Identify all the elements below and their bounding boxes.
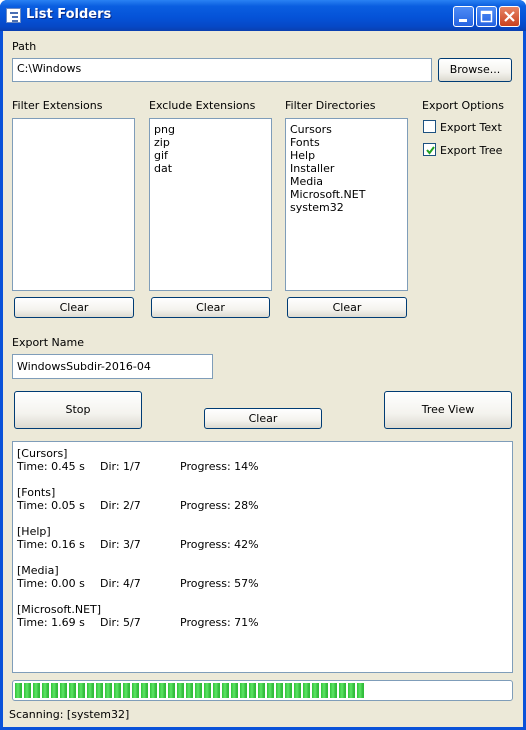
log-entry-dir: Dir: 2/7: [100, 499, 141, 512]
log-entry-progress: Progress: 71%: [180, 616, 259, 629]
log-entry-time: Time: 0.05 s: [17, 499, 85, 512]
log-entry-progress: Progress: 14%: [180, 460, 259, 473]
clear-log-button[interactable]: Clear: [204, 408, 322, 429]
list-item[interactable]: Media: [290, 175, 407, 188]
filter-extensions-list[interactable]: [12, 118, 135, 291]
log-entry-name: [Fonts]: [17, 486, 56, 499]
clear-filter-directories-button[interactable]: Clear: [287, 297, 407, 318]
list-item[interactable]: Help: [290, 149, 407, 162]
log-entry-progress: Progress: 28%: [180, 499, 259, 512]
log-entry-dir: Dir: 3/7: [100, 538, 141, 551]
minimize-icon: [459, 19, 467, 22]
clear-exclude-extensions-button[interactable]: Clear: [151, 297, 270, 318]
export-name-label: Export Name: [12, 336, 84, 349]
export-text-label[interactable]: Export Text: [440, 121, 502, 134]
log-entry-dir: Dir: 1/7: [100, 460, 141, 473]
log-entry: [Cursors] Time: 0.45 s Dir: 1/7 Progress…: [17, 447, 507, 477]
log-output[interactable]: [Cursors] Time: 0.45 s Dir: 1/7 Progress…: [12, 441, 513, 673]
filter-extensions-label: Filter Extensions: [12, 99, 103, 112]
path-input[interactable]: C:\Windows: [12, 58, 432, 82]
minimize-button[interactable]: [453, 6, 474, 27]
export-tree-checkbox[interactable]: [423, 143, 436, 156]
close-icon: [504, 11, 515, 22]
list-item[interactable]: gif: [154, 149, 271, 162]
list-item[interactable]: png: [154, 123, 271, 136]
log-entry: [Media] Time: 0.00 s Dir: 4/7 Progress: …: [17, 564, 507, 594]
maximize-icon: [480, 10, 493, 23]
log-entry-name: [Microsoft.NET]: [17, 603, 102, 616]
log-entry-dir: Dir: 5/7: [100, 616, 141, 629]
list-item[interactable]: Cursors: [290, 123, 407, 136]
export-tree-label[interactable]: Export Tree: [440, 144, 502, 157]
exclude-extensions-list[interactable]: png zip gif dat: [149, 118, 272, 291]
export-options-label: Export Options: [422, 99, 504, 112]
path-label: Path: [12, 40, 37, 53]
log-entry-name: [Cursors]: [17, 447, 68, 460]
list-item[interactable]: zip: [154, 136, 271, 149]
tree-view-button[interactable]: Tree View: [384, 391, 512, 429]
list-item[interactable]: Installer: [290, 162, 407, 175]
checkmark-icon: [426, 146, 435, 155]
log-entry: [Microsoft.NET] Time: 1.69 s Dir: 5/7 Pr…: [17, 603, 507, 633]
export-text-checkbox[interactable]: [423, 120, 436, 133]
close-button[interactable]: [499, 6, 520, 27]
log-entry-dir: Dir: 4/7: [100, 577, 141, 590]
app-icon: [6, 8, 21, 23]
log-entry-time: Time: 0.45 s: [17, 460, 85, 473]
export-name-input[interactable]: WindowsSubdir-2016-04: [12, 354, 213, 379]
list-item[interactable]: Fonts: [290, 136, 407, 149]
maximize-button[interactable]: [476, 6, 497, 27]
main-window: List Folders Path C:\Windows Browse... F…: [0, 0, 526, 730]
log-entry: [Help] Time: 0.16 s Dir: 3/7 Progress: 4…: [17, 525, 507, 555]
log-entry: [Fonts] Time: 0.05 s Dir: 2/7 Progress: …: [17, 486, 507, 516]
browse-button[interactable]: Browse...: [438, 58, 512, 82]
progress-fill: [15, 683, 367, 698]
filter-directories-label: Filter Directories: [285, 99, 376, 112]
log-entry-time: Time: 0.16 s: [17, 538, 85, 551]
window-title: List Folders: [26, 7, 112, 22]
exclude-extensions-label: Exclude Extensions: [149, 99, 256, 112]
log-entry-time: Time: 0.00 s: [17, 577, 85, 590]
clear-filter-extensions-button[interactable]: Clear: [14, 297, 134, 318]
scan-progress-bar: [12, 680, 513, 701]
list-item[interactable]: dat: [154, 162, 271, 175]
list-item[interactable]: system32: [290, 201, 407, 214]
log-entry-progress: Progress: 57%: [180, 577, 259, 590]
log-entry-name: [Help]: [17, 525, 51, 538]
log-entry-progress: Progress: 42%: [180, 538, 259, 551]
title-bar[interactable]: List Folders: [0, 0, 526, 31]
stop-button[interactable]: Stop: [14, 391, 142, 429]
log-entry-name: [Media]: [17, 564, 59, 577]
log-entry-time: Time: 1.69 s: [17, 616, 85, 629]
status-text: Scanning: [system32]: [9, 708, 130, 721]
filter-directories-list[interactable]: Cursors Fonts Help Installer Media Micro…: [285, 118, 408, 291]
client-area: Path C:\Windows Browse... Filter Extensi…: [3, 31, 523, 727]
list-item[interactable]: Microsoft.NET: [290, 188, 407, 201]
